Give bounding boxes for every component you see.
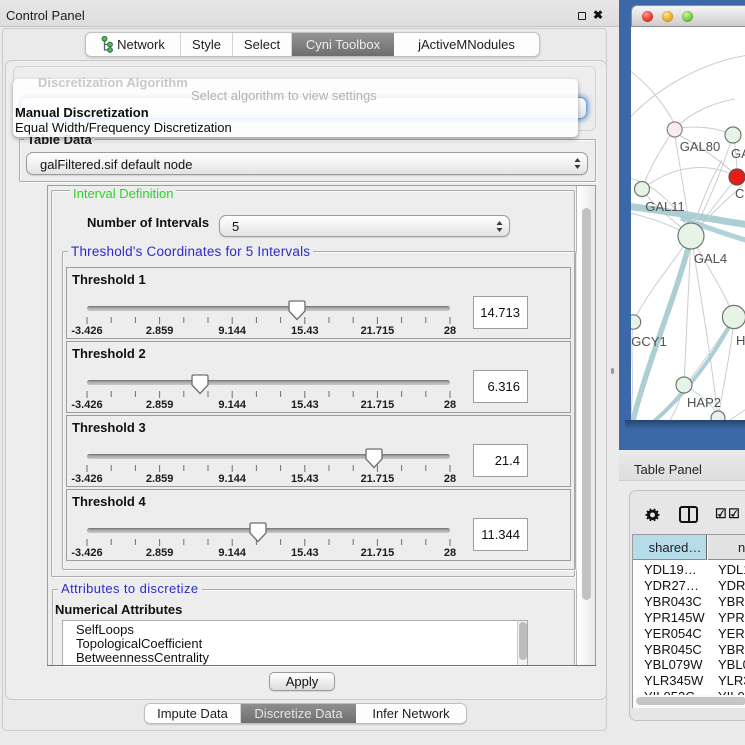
svg-text:GA: GA: [731, 146, 745, 161]
svg-text:GAL11: GAL11: [645, 199, 685, 214]
svg-text:HAP2: HAP2: [687, 395, 721, 410]
svg-text:C: C: [735, 186, 744, 201]
svg-text:GAL4: GAL4: [694, 251, 727, 266]
svg-text:H: H: [736, 333, 745, 348]
svg-text:GAL80: GAL80: [680, 139, 720, 154]
svg-text:GCY1: GCY1: [631, 334, 666, 349]
